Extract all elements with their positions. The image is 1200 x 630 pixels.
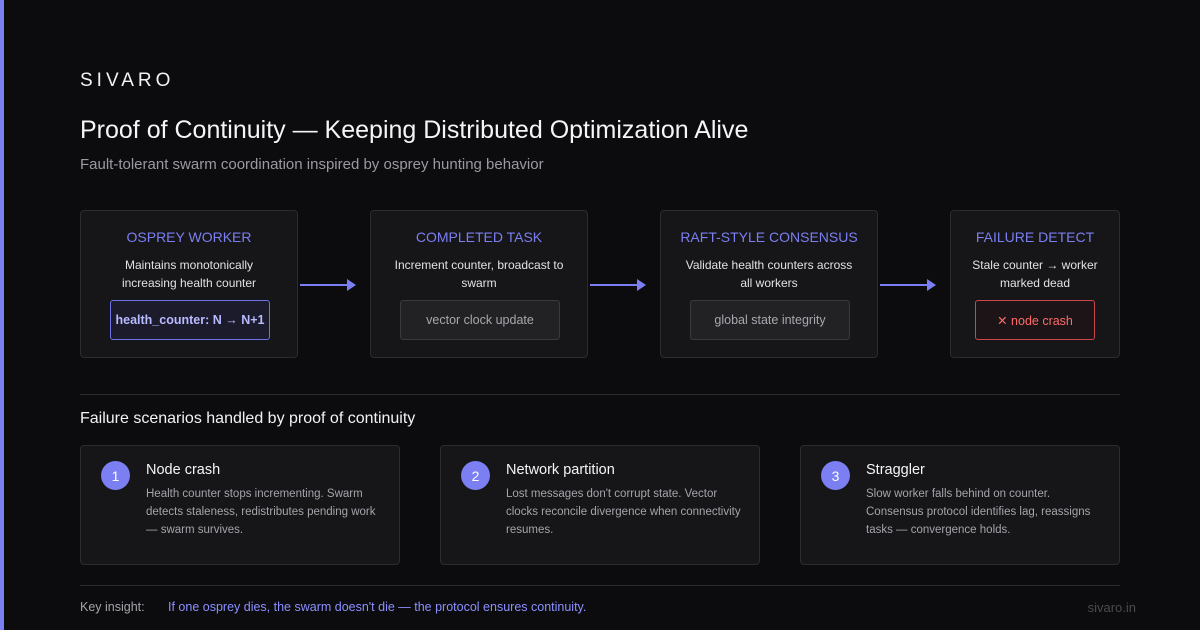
scenario-title: Straggler xyxy=(866,462,925,478)
flow-arrow xyxy=(300,279,356,291)
flow-arrow xyxy=(590,279,646,291)
section-divider xyxy=(80,394,1120,395)
scenario-title: Node crash xyxy=(146,462,221,478)
step-description: Validate health counters across all work… xyxy=(685,258,853,290)
scenario-text: Lost messages don't corrupt state. Vecto… xyxy=(506,488,741,536)
global-state-chip: global state integrity xyxy=(690,300,850,340)
flow-arrow xyxy=(880,279,936,291)
scenario-number-badge: 1 xyxy=(101,461,130,490)
vector-clock-chip: vector clock update xyxy=(400,300,560,340)
pipeline-step-completed-task: COMPLETED TASK Increment counter, broadc… xyxy=(370,210,588,358)
step-description: Stale counter → worker marked dead xyxy=(972,258,1098,290)
scenarios-heading: Failure scenarios handled by proof of co… xyxy=(80,410,416,427)
footer-divider xyxy=(80,585,1120,586)
step-title: COMPLETED TASK xyxy=(415,229,543,245)
step-description: Maintains monotonically increasing healt… xyxy=(121,258,257,290)
scenario-card-node-crash: 1 Node crash Health counter stops increm… xyxy=(80,445,400,565)
step-title: OSPREY WORKER xyxy=(126,229,252,245)
scenario-number-badge: 3 xyxy=(821,461,850,490)
health-counter-chip: health_counter: N → N+1 xyxy=(110,300,270,340)
site-url: sivaro.in xyxy=(1087,600,1136,615)
key-insight-label: Key insight: xyxy=(80,600,145,614)
page-title: Proof of Continuity — Keeping Distribute… xyxy=(80,116,749,144)
scenario-text: Health counter stops incrementing. Swarm… xyxy=(146,488,376,536)
brand-logo: SIVARO xyxy=(80,70,175,91)
accent-bar xyxy=(0,0,4,630)
pipeline-step-osprey-worker: OSPREY WORKER Maintains monotonically in… xyxy=(80,210,298,358)
scenario-text: Slow worker falls behind on counter. Con… xyxy=(866,488,1091,536)
step-title: FAILURE DETECT xyxy=(975,229,1095,245)
step-description: Increment counter, broadcast to swarm xyxy=(394,258,564,290)
scenario-card-network-partition: 2 Network partition Lost messages don't … xyxy=(440,445,760,565)
scenario-card-straggler: 3 Straggler Slow worker falls behind on … xyxy=(800,445,1120,565)
scenario-number-badge: 2 xyxy=(461,461,490,490)
pipeline-step-failure-detect: FAILURE DETECT Stale counter → worker ma… xyxy=(950,210,1120,358)
node-crash-chip: ✕ node crash xyxy=(975,300,1095,340)
page-subtitle: Fault-tolerant swarm coordination inspir… xyxy=(80,156,544,173)
key-insight-text: If one osprey dies, the swarm doesn't di… xyxy=(168,600,587,614)
step-title: RAFT-STYLE CONSENSUS xyxy=(680,229,858,245)
scenario-title: Network partition xyxy=(506,462,615,478)
pipeline-step-consensus: RAFT-STYLE CONSENSUS Validate health cou… xyxy=(660,210,878,358)
